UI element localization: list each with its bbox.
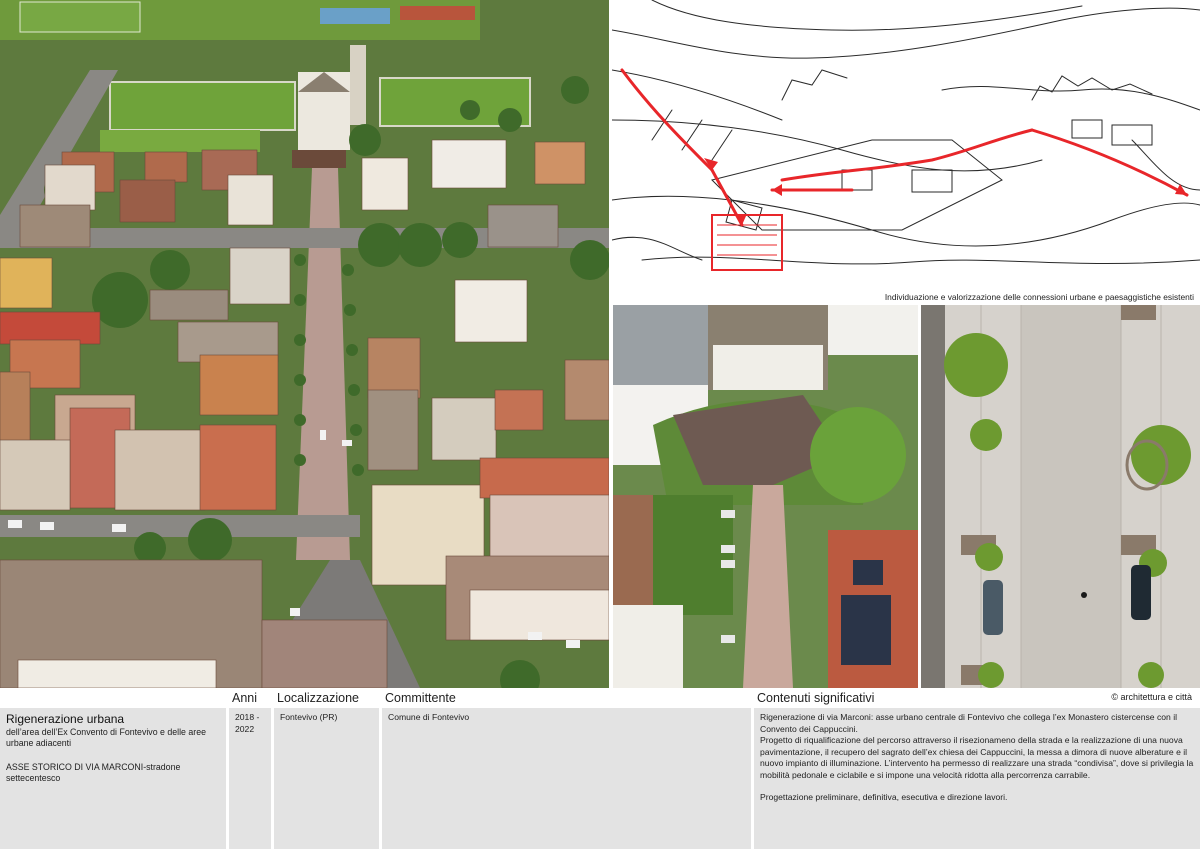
client-value: Comune di Fontevivo [382,708,751,849]
sketch-caption: Individuazione e valorizzazione delle co… [884,292,1194,302]
content-paragraph-1: Rigenerazione di via Marconi: asse urban… [760,712,1178,734]
project-title-body: Rigenerazione urbana dell’area dell’Ex C… [0,708,226,849]
client-header: Committente [382,689,751,707]
shared-street-aerial-photo [921,305,1200,688]
project-subtitle: dell’area dell’Ex Convento di Fontevivo … [6,727,207,748]
years-value: 2018 - 2022 [229,708,271,849]
urban-connections-sketch [612,0,1200,290]
client-column: Committente Comune di Fontevivo [382,689,751,849]
location-value: Fontevivo (PR) [274,708,379,849]
content-paragraph-2: Progetto di riqualificazione del percors… [760,735,1194,780]
location-column: Localizzazione Fontevivo (PR) [274,689,379,849]
church-square-aerial-photo [613,305,918,688]
project-title: Rigenerazione urbana [6,712,125,726]
content-body: Rigenerazione di via Marconi: asse urban… [754,708,1200,849]
aerial-photo-via-marconi [0,0,609,688]
years-column: Anni 2018 - 2022 [229,689,271,849]
content-paragraph-3: Progettazione preliminare, definitiva, e… [760,792,1008,802]
project-axis: ASSE STORICO DI VIA MARCONI-stradone set… [6,762,181,783]
title-header-spacer [0,689,226,707]
location-header: Localizzazione [274,689,379,707]
content-column: Contenuti significativi © architettura e… [754,689,1200,849]
years-header: Anni [229,689,271,707]
project-title-column: Rigenerazione urbana dell’area dell’Ex C… [0,689,226,849]
copyright-label: © architettura e città [1111,692,1192,702]
